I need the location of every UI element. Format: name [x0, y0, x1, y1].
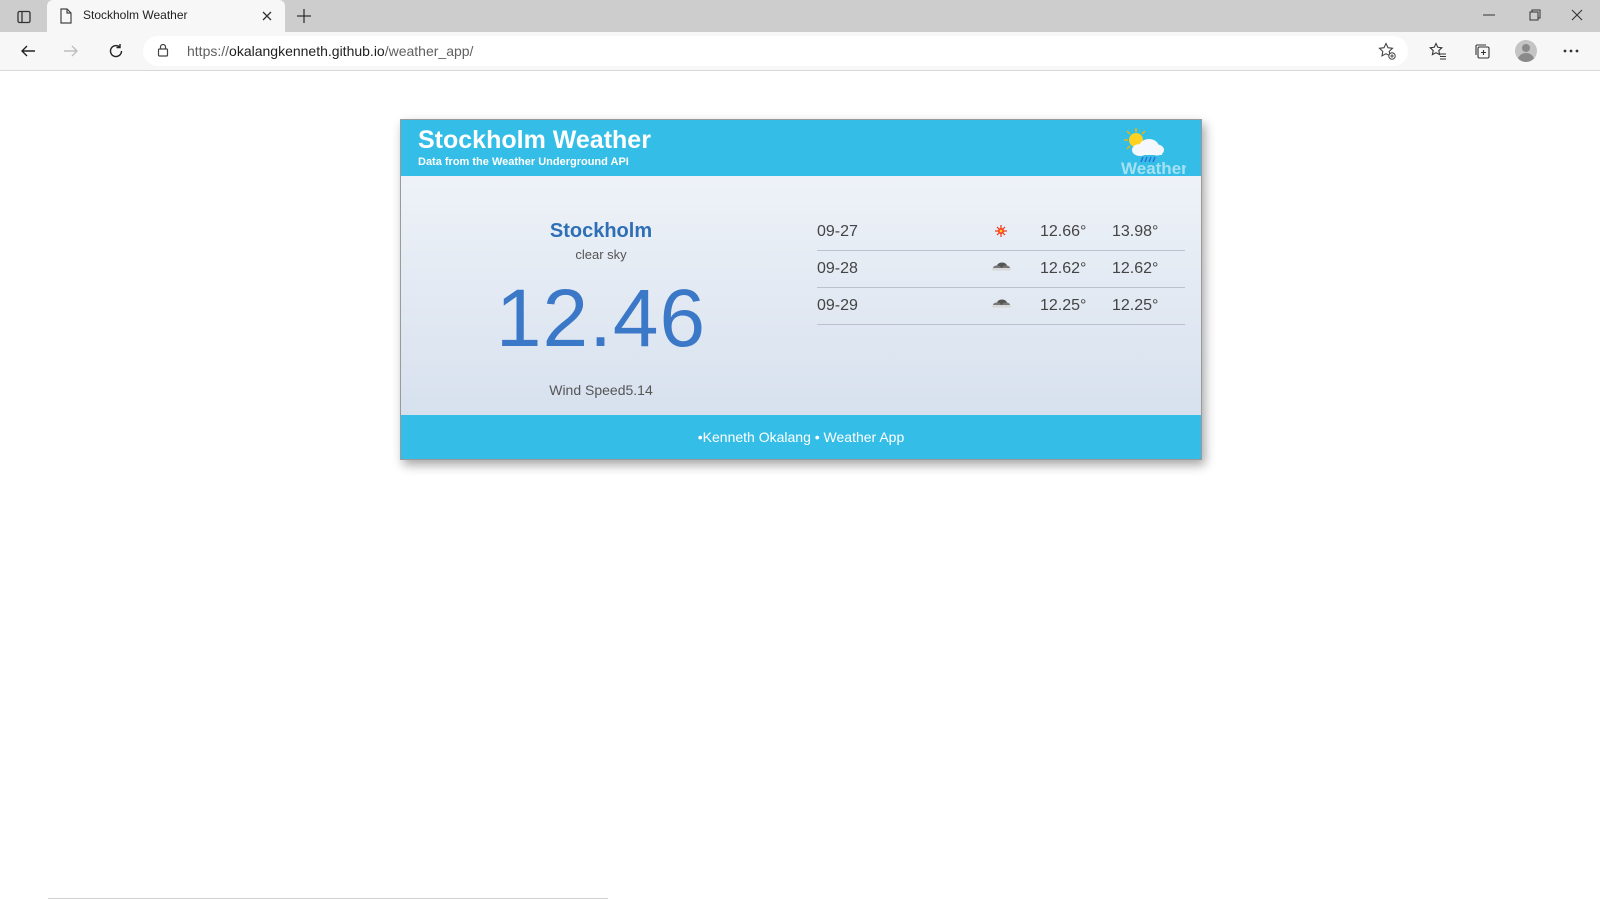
weather-description: clear sky — [575, 247, 627, 262]
forecast-date: 09-28 — [817, 260, 858, 277]
page-icon — [59, 8, 73, 29]
cloud-icon — [989, 296, 1013, 314]
footer-text: •Kenneth Okalang • Weather App — [697, 429, 905, 445]
browser-toolbar: https://okalangkenneth.github.io/weather… — [0, 32, 1600, 71]
restore-icon[interactable] — [1512, 0, 1558, 30]
sun-icon — [989, 222, 1013, 240]
page-title: Stockholm Weather — [418, 126, 651, 154]
card-body: Stockholm clear sky 12.46 Wind Speed5.14… — [401, 176, 1201, 415]
minimize-icon[interactable] — [1466, 0, 1512, 30]
close-tab-icon[interactable] — [259, 8, 275, 24]
more-options-icon[interactable] — [1556, 37, 1586, 65]
page-subtitle: Data from the Weather Underground API — [418, 156, 629, 168]
lock-icon[interactable] — [157, 43, 169, 62]
close-window-icon[interactable] — [1554, 0, 1600, 30]
collections-icon[interactable] — [1467, 37, 1497, 65]
favorites-icon[interactable] — [1423, 37, 1453, 65]
forecast-max-temp: 13.98° — [1112, 223, 1159, 240]
current-temperature: 12.46 — [495, 273, 707, 364]
avatar — [1515, 40, 1537, 62]
card-footer: •Kenneth Okalang • Weather App — [401, 415, 1201, 459]
cloud-icon — [989, 259, 1013, 277]
forward-arrow-icon[interactable] — [56, 37, 86, 65]
forecast-min-temp: 12.62° — [1040, 260, 1087, 277]
new-tab-icon[interactable] — [292, 4, 316, 28]
back-arrow-icon[interactable] — [13, 37, 43, 65]
browser-tab[interactable]: Stockholm Weather — [47, 0, 285, 32]
tab-bar: Stockholm Weather — [0, 0, 1600, 32]
forecast-max-temp: 12.62° — [1112, 260, 1159, 277]
tab-actions-icon[interactable] — [10, 6, 38, 28]
address-bar[interactable]: https://okalangkenneth.github.io/weather… — [143, 36, 1408, 66]
wind-speed: Wind Speed5.14 — [549, 382, 653, 398]
url-text: https://okalangkenneth.github.io/weather… — [187, 43, 474, 59]
forecast-date: 09-29 — [817, 297, 858, 314]
tab-title: Stockholm Weather — [83, 8, 188, 22]
forecast-row: 09-29 12.25° 12.25° — [817, 288, 1185, 325]
card-header: Stockholm Weather Data from the Weather … — [401, 120, 1201, 176]
weather-card: Stockholm Weather Data from the Weather … — [400, 119, 1202, 460]
forecast-min-temp: 12.25° — [1040, 297, 1087, 314]
forecast-max-temp: 12.25° — [1112, 297, 1159, 314]
forecast-min-temp: 12.66° — [1040, 223, 1087, 240]
forecast-row: 09-27 12.66° 13.98° — [817, 214, 1185, 251]
forecast-date: 09-27 — [817, 223, 858, 240]
weather-logo: Weather — [1116, 126, 1186, 176]
forecast-list: 09-27 12.66° 13.98° 09-28 12.62° 12.62° … — [817, 214, 1185, 325]
profile-avatar[interactable] — [1511, 37, 1541, 65]
divider — [48, 898, 608, 899]
forecast-row: 09-28 12.62° 12.62° — [817, 251, 1185, 288]
logo-text: Weather — [1121, 159, 1186, 176]
add-favorite-icon[interactable] — [1378, 42, 1396, 65]
refresh-icon[interactable] — [101, 37, 131, 65]
city-name: Stockholm — [549, 220, 653, 242]
